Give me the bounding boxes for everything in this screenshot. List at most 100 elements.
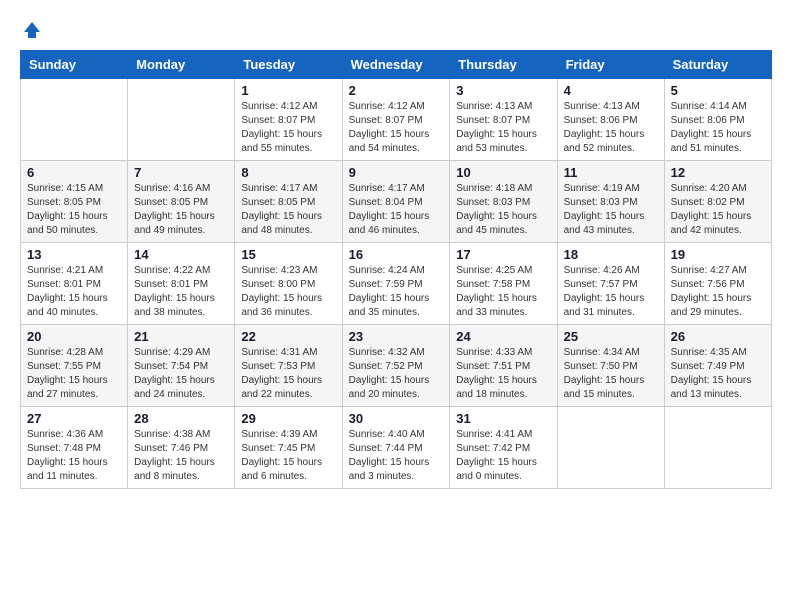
day-info: Sunrise: 4:16 AM Sunset: 8:05 PM Dayligh…: [134, 182, 228, 238]
calendar-week-row: 1 Sunrise: 4:12 AM Sunset: 8:07 PM Daylig…: [21, 79, 772, 161]
calendar-cell: 10 Sunrise: 4:18 AM Sunset: 8:03 PM Dayli…: [450, 161, 557, 243]
weekday-header-wednesday: Wednesday: [342, 51, 450, 79]
calendar-cell: 23 Sunrise: 4:32 AM Sunset: 7:52 PM Dayli…: [342, 325, 450, 407]
day-info: Sunrise: 4:34 AM Sunset: 7:50 PM Dayligh…: [564, 346, 658, 402]
day-number: 22: [241, 329, 335, 344]
day-number: 18: [564, 247, 658, 262]
day-number: 3: [456, 83, 550, 98]
day-info: Sunrise: 4:39 AM Sunset: 7:45 PM Dayligh…: [241, 428, 335, 484]
calendar-cell: 20 Sunrise: 4:28 AM Sunset: 7:55 PM Dayli…: [21, 325, 128, 407]
calendar-cell: 7 Sunrise: 4:16 AM Sunset: 8:05 PM Daylig…: [128, 161, 235, 243]
day-info: Sunrise: 4:27 AM Sunset: 7:56 PM Dayligh…: [671, 264, 765, 320]
day-info: Sunrise: 4:24 AM Sunset: 7:59 PM Dayligh…: [349, 264, 444, 320]
day-number: 5: [671, 83, 765, 98]
day-info: Sunrise: 4:41 AM Sunset: 7:42 PM Dayligh…: [456, 428, 550, 484]
day-info: Sunrise: 4:18 AM Sunset: 8:03 PM Dayligh…: [456, 182, 550, 238]
day-info: Sunrise: 4:29 AM Sunset: 7:54 PM Dayligh…: [134, 346, 228, 402]
calendar-cell: 25Sunrise: 4:34 AM Sunset: 7:50 PM Dayli…: [557, 325, 664, 407]
day-info: Sunrise: 4:21 AM Sunset: 8:01 PM Dayligh…: [27, 264, 121, 320]
day-info: Sunrise: 4:14 AM Sunset: 8:06 PM Dayligh…: [671, 100, 765, 156]
calendar-cell: 9Sunrise: 4:17 AM Sunset: 8:04 PM Daylig…: [342, 161, 450, 243]
day-number: 26: [671, 329, 765, 344]
calendar-cell: 18 Sunrise: 4:26 AM Sunset: 7:57 PM Dayli…: [557, 243, 664, 325]
calendar-cell: 12 Sunrise: 4:20 AM Sunset: 8:02 PM Dayli…: [664, 161, 771, 243]
day-info: Sunrise: 4:20 AM Sunset: 8:02 PM Dayligh…: [671, 182, 765, 238]
weekday-header-tuesday: Tuesday: [235, 51, 342, 79]
weekday-header-sunday: Sunday: [21, 51, 128, 79]
day-info: Sunrise: 4:25 AM Sunset: 7:58 PM Dayligh…: [456, 264, 550, 320]
day-number: 7: [134, 165, 228, 180]
calendar-cell: 5 Sunrise: 4:14 AM Sunset: 8:06 PM Daylig…: [664, 79, 771, 161]
day-info: Sunrise: 4:28 AM Sunset: 7:55 PM Dayligh…: [27, 346, 121, 402]
calendar-cell: 3 Sunrise: 4:13 AM Sunset: 8:07 PM Daylig…: [450, 79, 557, 161]
calendar-cell: 16 Sunrise: 4:24 AM Sunset: 7:59 PM Dayli…: [342, 243, 450, 325]
day-info: Sunrise: 4:22 AM Sunset: 8:01 PM Dayligh…: [134, 264, 228, 320]
calendar-cell: 17Sunrise: 4:25 AM Sunset: 7:58 PM Dayli…: [450, 243, 557, 325]
day-number: 30: [349, 411, 444, 426]
calendar-week-row: 6Sunrise: 4:15 AM Sunset: 8:05 PM Daylig…: [21, 161, 772, 243]
calendar-cell: 22Sunrise: 4:31 AM Sunset: 7:53 PM Dayli…: [235, 325, 342, 407]
calendar-cell: 14 Sunrise: 4:22 AM Sunset: 8:01 PM Dayli…: [128, 243, 235, 325]
calendar-week-row: 27Sunrise: 4:36 AM Sunset: 7:48 PM Dayli…: [21, 407, 772, 489]
day-number: 29: [241, 411, 335, 426]
calendar-cell: 27Sunrise: 4:36 AM Sunset: 7:48 PM Dayli…: [21, 407, 128, 489]
day-number: 21: [134, 329, 228, 344]
day-info: Sunrise: 4:35 AM Sunset: 7:49 PM Dayligh…: [671, 346, 765, 402]
calendar-cell: [21, 79, 128, 161]
day-number: 23: [349, 329, 444, 344]
calendar-cell: 15 Sunrise: 4:23 AM Sunset: 8:00 PM Dayli…: [235, 243, 342, 325]
calendar-cell: [664, 407, 771, 489]
day-number: 12: [671, 165, 765, 180]
day-number: 13: [27, 247, 121, 262]
day-number: 28: [134, 411, 228, 426]
day-number: 14: [134, 247, 228, 262]
logo-icon: [22, 20, 42, 40]
calendar-cell: 1 Sunrise: 4:12 AM Sunset: 8:07 PM Daylig…: [235, 79, 342, 161]
day-number: 4: [564, 83, 658, 98]
calendar-table: SundayMondayTuesdayWednesdayThursdayFrid…: [20, 50, 772, 489]
calendar-cell: 30 Sunrise: 4:40 AM Sunset: 7:44 PM Dayli…: [342, 407, 450, 489]
calendar-cell: 24 Sunrise: 4:33 AM Sunset: 7:51 PM Dayli…: [450, 325, 557, 407]
day-info: Sunrise: 4:40 AM Sunset: 7:44 PM Dayligh…: [349, 428, 444, 484]
calendar-cell: 13 Sunrise: 4:21 AM Sunset: 8:01 PM Dayli…: [21, 243, 128, 325]
logo: [20, 20, 42, 40]
weekday-header-monday: Monday: [128, 51, 235, 79]
calendar-cell: 19 Sunrise: 4:27 AM Sunset: 7:56 PM Dayli…: [664, 243, 771, 325]
day-info: Sunrise: 4:26 AM Sunset: 7:57 PM Dayligh…: [564, 264, 658, 320]
day-number: 19: [671, 247, 765, 262]
page-header: [20, 20, 772, 40]
day-number: 10: [456, 165, 550, 180]
day-number: 1: [241, 83, 335, 98]
calendar-cell: 2Sunrise: 4:12 AM Sunset: 8:07 PM Daylig…: [342, 79, 450, 161]
calendar-cell: 26 Sunrise: 4:35 AM Sunset: 7:49 PM Dayli…: [664, 325, 771, 407]
day-number: 15: [241, 247, 335, 262]
day-info: Sunrise: 4:12 AM Sunset: 8:07 PM Dayligh…: [241, 100, 335, 156]
calendar-cell: 6Sunrise: 4:15 AM Sunset: 8:05 PM Daylig…: [21, 161, 128, 243]
calendar-week-row: 13 Sunrise: 4:21 AM Sunset: 8:01 PM Dayli…: [21, 243, 772, 325]
day-info: Sunrise: 4:13 AM Sunset: 8:06 PM Dayligh…: [564, 100, 658, 156]
calendar-cell: 4 Sunrise: 4:13 AM Sunset: 8:06 PM Daylig…: [557, 79, 664, 161]
day-info: Sunrise: 4:38 AM Sunset: 7:46 PM Dayligh…: [134, 428, 228, 484]
day-number: 20: [27, 329, 121, 344]
day-number: 16: [349, 247, 444, 262]
day-info: Sunrise: 4:33 AM Sunset: 7:51 PM Dayligh…: [456, 346, 550, 402]
day-info: Sunrise: 4:23 AM Sunset: 8:00 PM Dayligh…: [241, 264, 335, 320]
weekday-header-saturday: Saturday: [664, 51, 771, 79]
day-number: 24: [456, 329, 550, 344]
calendar-cell: 11 Sunrise: 4:19 AM Sunset: 8:03 PM Dayli…: [557, 161, 664, 243]
day-number: 8: [241, 165, 335, 180]
calendar-cell: 28 Sunrise: 4:38 AM Sunset: 7:46 PM Dayli…: [128, 407, 235, 489]
day-number: 11: [564, 165, 658, 180]
day-info: Sunrise: 4:32 AM Sunset: 7:52 PM Dayligh…: [349, 346, 444, 402]
day-info: Sunrise: 4:13 AM Sunset: 8:07 PM Dayligh…: [456, 100, 550, 156]
calendar-cell: 21 Sunrise: 4:29 AM Sunset: 7:54 PM Dayli…: [128, 325, 235, 407]
day-info: Sunrise: 4:15 AM Sunset: 8:05 PM Dayligh…: [27, 182, 121, 238]
day-info: Sunrise: 4:12 AM Sunset: 8:07 PM Dayligh…: [349, 100, 444, 156]
day-number: 31: [456, 411, 550, 426]
calendar-cell: 31 Sunrise: 4:41 AM Sunset: 7:42 PM Dayli…: [450, 407, 557, 489]
weekday-header-row: SundayMondayTuesdayWednesdayThursdayFrid…: [21, 51, 772, 79]
day-number: 27: [27, 411, 121, 426]
calendar-cell: [128, 79, 235, 161]
day-info: Sunrise: 4:17 AM Sunset: 8:04 PM Dayligh…: [349, 182, 444, 238]
day-info: Sunrise: 4:19 AM Sunset: 8:03 PM Dayligh…: [564, 182, 658, 238]
